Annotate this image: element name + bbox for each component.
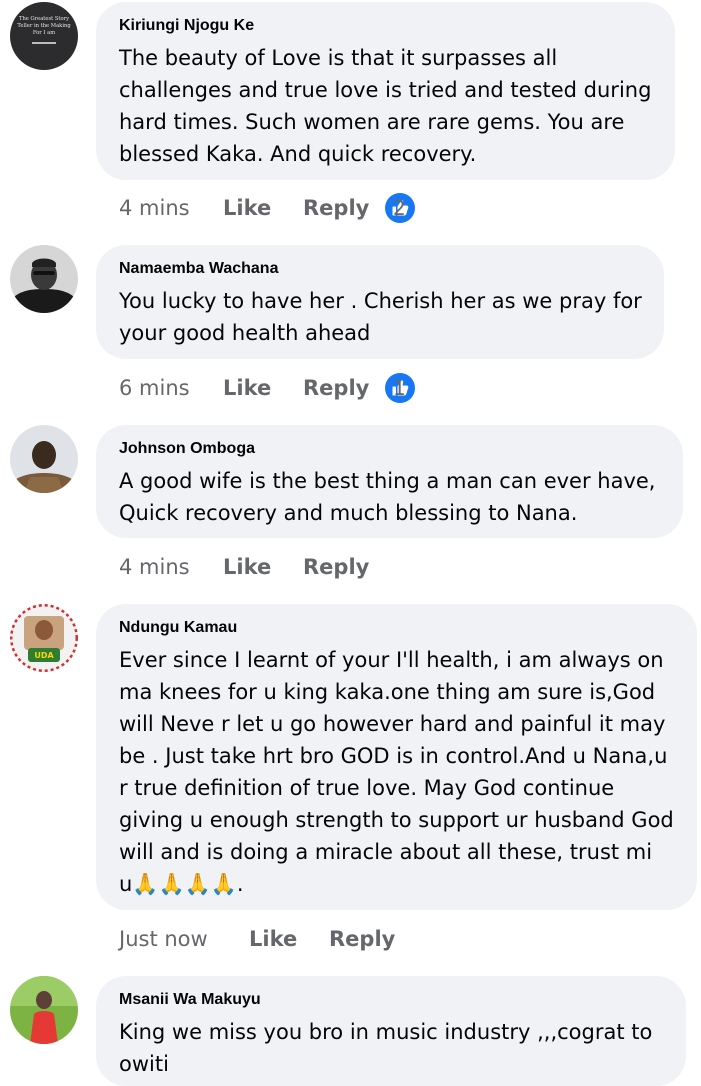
comment-actions: 4 mins Like Reply: [119, 552, 679, 582]
avatar[interactable]: UDA: [10, 604, 78, 672]
comment-text: The beauty of Love is that it surpasses …: [119, 42, 653, 170]
like-button[interactable]: Like: [223, 193, 271, 223]
comment-line: owiti: [119, 1052, 169, 1076]
avatar[interactable]: [10, 245, 78, 313]
avatar-badge-text: UDA: [34, 651, 54, 660]
comment-author[interactable]: Ndungu Kamau: [119, 618, 675, 638]
comment-text: King we miss you bro in music industry ,…: [119, 1016, 664, 1080]
comment-line: hard times. Such women are rare gems. Yo…: [119, 110, 625, 134]
comment-line: A good wife is the best thing a man can …: [119, 469, 656, 493]
avatar-text: Teller in the Making: [17, 23, 71, 29]
comment-author[interactable]: Kiriungi Njogu Ke: [119, 16, 653, 36]
comment-time[interactable]: 4 mins: [119, 193, 190, 223]
comment-line: your good health ahead: [119, 321, 371, 345]
comment-author[interactable]: Johnson Omboga: [119, 439, 661, 459]
comment-line: The beauty of Love is that it surpasses …: [119, 46, 558, 70]
avatar[interactable]: [10, 425, 78, 493]
comment-line: King we miss you bro in music industry ,…: [119, 1020, 653, 1044]
comment-line: u🙏🙏🙏🙏.: [119, 872, 244, 896]
comment-time[interactable]: 4 mins: [119, 552, 190, 582]
comment-line: You lucky to have her . Cherish her as w…: [119, 289, 642, 313]
comment-line: challenges and true love is tried and te…: [119, 78, 652, 102]
comment-line: blessed Kaka. And quick recovery.: [119, 142, 477, 166]
comment-bubble: Namaemba Wachana You lucky to have her .…: [96, 245, 664, 359]
reaction-summary[interactable]: 1: [385, 373, 415, 403]
comment-line: Ever since I learnt of your I'll health,…: [119, 648, 664, 672]
comment-author[interactable]: Msanii Wa Makuyu: [119, 990, 664, 1010]
comment-author[interactable]: Namaemba Wachana: [119, 259, 642, 279]
avatar[interactable]: [10, 976, 78, 1044]
comment-text: You lucky to have her . Cherish her as w…: [119, 285, 642, 349]
reaction-count: 2: [393, 196, 406, 220]
comment-time[interactable]: Just now: [119, 924, 208, 954]
comment-line: ma knees for u king kaka.one thing am su…: [119, 680, 656, 704]
comment-line: r true definition of true love. May God …: [119, 776, 615, 800]
reaction-summary[interactable]: 2: [385, 193, 415, 223]
comment-bubble: Msanii Wa Makuyu King we miss you bro in…: [96, 976, 686, 1086]
comment-actions: 6 mins Like Reply 1: [119, 373, 679, 403]
like-button[interactable]: Like: [223, 552, 271, 582]
like-button[interactable]: Like: [249, 924, 297, 954]
like-button[interactable]: Like: [223, 373, 271, 403]
comment-bubble: Ndungu Kamau Ever since I learnt of your…: [96, 604, 697, 910]
comment-actions: 4 mins Like Reply 2: [119, 193, 679, 223]
comment-line: will Neve r let u go however hard and pa…: [119, 712, 666, 736]
avatar[interactable]: The Greatest Story Teller in the Making …: [10, 2, 78, 70]
avatar-text: The Greatest Story: [19, 16, 69, 22]
reply-button[interactable]: Reply: [329, 924, 395, 954]
comment-text: Ever since I learnt of your I'll health,…: [119, 644, 675, 900]
comment-time[interactable]: 6 mins: [119, 373, 190, 403]
comment-line: giving u enough strength to support ur h…: [119, 808, 674, 832]
reaction-count: 1: [393, 376, 406, 400]
avatar-text: For I am: [33, 30, 55, 36]
comment-bubble: Johnson Omboga A good wife is the best t…: [96, 425, 683, 538]
comment-actions: Just now Like Reply: [119, 924, 679, 954]
comment-line: be . Just take hrt bro GOD is in control…: [119, 744, 668, 768]
comment-text: A good wife is the best thing a man can …: [119, 465, 661, 529]
comment-bubble: Kiriungi Njogu Ke The beauty of Love is …: [96, 2, 675, 180]
reply-button[interactable]: Reply: [303, 373, 369, 403]
comment-line: Quick recovery and much blessing to Nana…: [119, 501, 578, 525]
reply-button[interactable]: Reply: [303, 552, 369, 582]
comment-line: will and is doing a miracle about all th…: [119, 840, 653, 864]
reply-button[interactable]: Reply: [303, 193, 369, 223]
